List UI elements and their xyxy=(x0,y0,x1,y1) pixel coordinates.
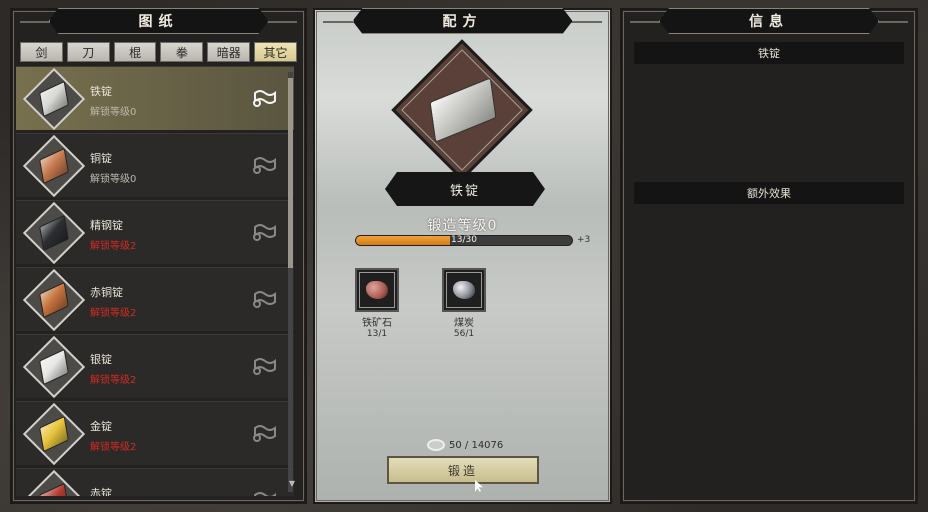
blueprint-item[interactable]: 铜锭解锁等级0 xyxy=(16,133,294,198)
blueprint-item[interactable]: 金锭解锁等级2 xyxy=(16,401,294,466)
unlock-level: 解锁等级2 xyxy=(90,308,137,319)
blueprint-item[interactable]: 精钢锭解锁等级2 xyxy=(16,200,294,265)
item-name: 银锭 xyxy=(90,353,112,366)
extra-effect-header: 额外效果 xyxy=(634,182,904,204)
forge-bonus: +3 xyxy=(577,235,591,245)
blueprint-item[interactable]: 赤锭 xyxy=(16,468,294,496)
material-slot[interactable]: 铁矿石 13/1 xyxy=(355,268,399,339)
forge-level: 锻造等级0 xyxy=(427,218,498,234)
tab-sword[interactable]: 剑 xyxy=(20,42,63,62)
blueprint-item[interactable]: 银锭解锁等级2 xyxy=(16,334,294,399)
blueprint-item[interactable]: 铁锭解锁等级0 xyxy=(16,66,294,131)
unlock-level: 解锁等级2 xyxy=(90,375,137,386)
unlock-level: 解锁等级0 xyxy=(90,107,137,118)
tab-hidden-weapon[interactable]: 暗器 xyxy=(207,42,251,62)
tab-fist[interactable]: 拳 xyxy=(160,42,204,62)
blueprint-scroll-icon xyxy=(253,224,276,241)
item-name: 赤铜锭 xyxy=(90,286,123,299)
item-name: 金锭 xyxy=(90,420,112,433)
item-name: 精钢锭 xyxy=(90,219,123,232)
blueprint-scroll-icon xyxy=(253,157,276,174)
material-name: 铁矿石 xyxy=(362,318,392,329)
blueprint-list: 铁锭 解锁等级0 铜锭 解锁等级0 精钢锭 解锁等级2 赤铜锭 解锁等级2 银锭 解锁等级2 金锭解… xyxy=(16,66,294,496)
info-panel: 信息 铁锭 额外效果 xyxy=(620,8,918,504)
blueprint-scroll-icon xyxy=(253,425,276,442)
tab-staff[interactable]: 棍 xyxy=(113,42,157,62)
blueprint-scroll-icon xyxy=(254,492,276,496)
item-name: 铜锭 xyxy=(90,152,112,165)
info-item-name: 铁锭 xyxy=(634,42,904,64)
info-title: 信息 xyxy=(659,8,879,34)
blueprints-title: 图纸 xyxy=(49,8,269,34)
tab-blade[interactable]: 刀 xyxy=(66,42,110,62)
item-name: 赤锭 xyxy=(90,487,112,496)
material-count: 13/1 xyxy=(366,329,388,339)
unlock-level: 解锁等级2 xyxy=(90,241,137,252)
material-name: 煤炭 xyxy=(454,318,474,329)
blueprint-item[interactable]: 赤铜锭解锁等级2 xyxy=(16,267,294,332)
coin-icon xyxy=(427,439,445,451)
coal-icon xyxy=(453,281,475,299)
item-preview xyxy=(391,39,533,181)
material-frame xyxy=(442,268,486,312)
blueprint-scroll-icon xyxy=(253,358,276,375)
recipe-item-name: 铁锭 xyxy=(385,172,545,206)
recipe-panel: 配方 铁锭 锻造等级0 13/30 +3 铁矿石 13/1 煤炭 56/1 50… xyxy=(313,8,612,504)
forge-progress-text: 13/30 xyxy=(451,235,477,245)
material-frame xyxy=(355,268,399,312)
material-slot[interactable]: 煤炭 56/1 xyxy=(442,268,486,339)
tab-other[interactable]: 其它 xyxy=(254,42,297,62)
category-tabs: 剑 刀 棍 拳 暗器 其它 xyxy=(20,42,297,62)
blueprints-panel: 图纸 剑 刀 棍 拳 暗器 其它 铁锭 解锁等级0 铜锭 解锁等级0 精钢锭 解锁等级2 赤… xyxy=(10,8,307,504)
scroll-down-arrow-icon[interactable]: ▼ xyxy=(289,479,295,488)
currency-display: 50 / 14076 xyxy=(427,439,503,451)
iron-ore-icon xyxy=(366,281,388,299)
recipe-title: 配方 xyxy=(353,8,573,34)
blueprint-scroll-icon xyxy=(253,291,276,308)
currency-amount: 50 / 14076 xyxy=(449,439,504,451)
material-count: 56/1 xyxy=(453,329,475,339)
unlock-level: 解锁等级2 xyxy=(90,442,137,453)
scrollbar[interactable] xyxy=(288,72,293,492)
forge-button[interactable]: 锻造 xyxy=(387,456,539,484)
scroll-thumb[interactable] xyxy=(288,78,293,268)
item-name: 铁锭 xyxy=(90,85,112,98)
unlock-level: 解锁等级0 xyxy=(90,174,137,185)
blueprint-scroll-icon xyxy=(253,90,276,107)
